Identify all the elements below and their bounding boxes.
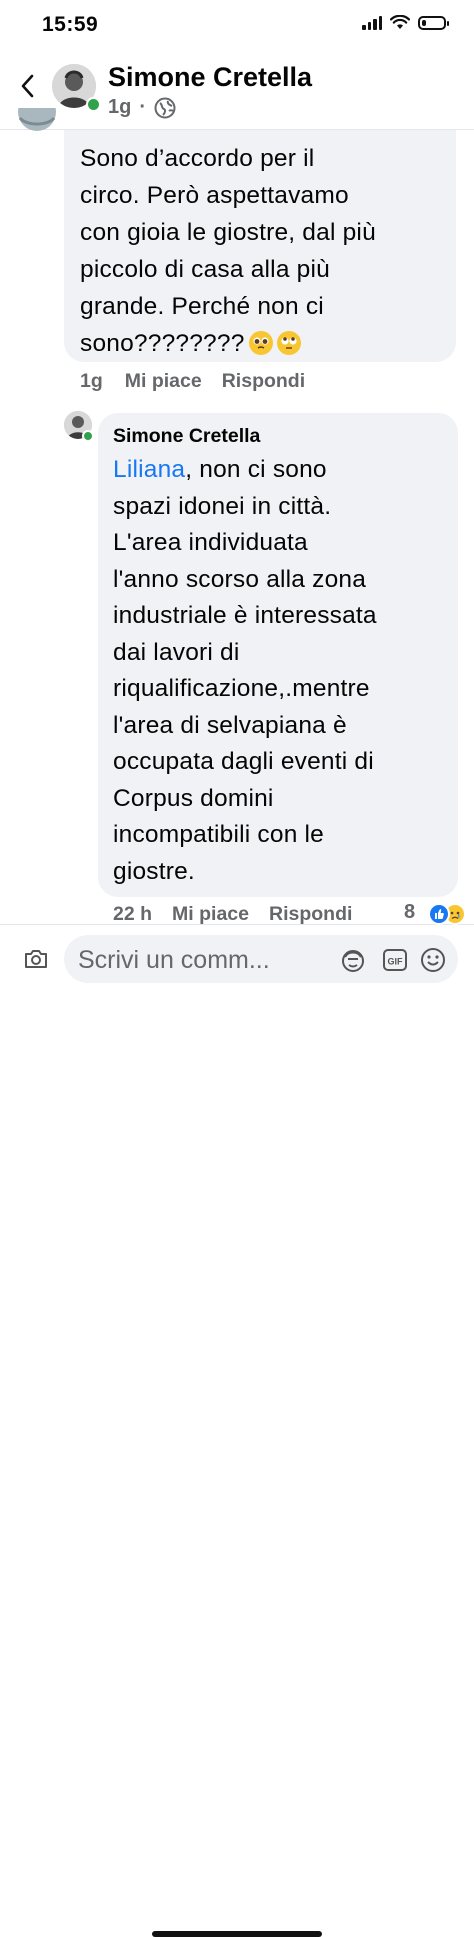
reply-line: incompatibili con le: [113, 821, 324, 848]
reply-author-name[interactable]: Simone Cretella: [113, 425, 260, 448]
online-status-dot: [86, 97, 101, 112]
rolling-eyes-emoji: [276, 331, 301, 355]
reply-button[interactable]: Rispondi: [222, 370, 305, 393]
reaction-summary[interactable]: [428, 903, 466, 925]
reply-line: spazi idonei in città.: [113, 492, 332, 520]
wifi-icon: [390, 15, 410, 29]
comment-composer: Scrivi un comm... GIF: [0, 924, 474, 1937]
reply-line: l'area di selvapiana è: [113, 711, 347, 739]
comment-input[interactable]: Scrivi un comm... GIF: [64, 935, 458, 983]
comment-line: sono????????: [80, 330, 245, 357]
gif-icon[interactable]: GIF: [382, 947, 408, 973]
camera-button[interactable]: [22, 945, 50, 973]
profile-photo-icon: [18, 108, 56, 131]
like-button[interactable]: Mi piace: [172, 903, 249, 926]
pleading-face-emoji: [248, 331, 273, 355]
signal-icon: [362, 15, 382, 30]
reply-line: Corpus domini: [113, 784, 274, 812]
comment-line: piccolo di casa alla più: [80, 256, 330, 283]
comment-text: Sono d’accordo per il circo. Però aspett…: [80, 140, 446, 362]
comment-line: con gioia le giostre, dal più: [80, 219, 376, 246]
svg-text:GIF: GIF: [388, 957, 404, 967]
reply-time: 22 h: [113, 903, 153, 925]
reply-line: riqualificazione,.mentre: [113, 675, 370, 702]
avatar-sticker-icon[interactable]: [340, 947, 366, 973]
chevron-left-icon: [21, 74, 34, 98]
battery-icon: [418, 15, 449, 30]
reply-line: L'area individuata: [113, 529, 308, 556]
home-indicator: [152, 1931, 322, 1937]
post-header: Simone Cretella 1g ·: [0, 54, 474, 130]
reply-line: dai lavori di: [113, 638, 240, 666]
reply-line: giostre.: [113, 857, 195, 885]
back-button[interactable]: [12, 68, 42, 104]
reaction-count[interactable]: 8: [404, 901, 415, 924]
comment-line: grande. Perché non ci: [80, 293, 324, 320]
reply-actions: 22 h Mi piace Rispondi: [113, 903, 372, 926]
comment-line: circo. Però aspettavamo: [80, 182, 349, 209]
comment-actions: 1g Mi piace Rispondi: [80, 370, 325, 393]
like-icon: [428, 903, 450, 925]
reply-line: , non ci sono: [185, 456, 327, 483]
reply-button[interactable]: Rispondi: [269, 903, 352, 926]
reply-line: occupata dagli eventi di: [113, 748, 374, 775]
online-status-dot: [82, 430, 94, 442]
status-time: 15:59: [42, 13, 99, 36]
reply-first-line: Liliana, non ci sono: [113, 452, 453, 489]
comment-time: 1g: [80, 370, 103, 392]
reply-text: Liliana, non ci sono spazi idonei in cit…: [113, 452, 453, 890]
mention-link[interactable]: Liliana: [113, 456, 185, 483]
reply-line: l'anno scorso alla zona: [113, 565, 367, 593]
reply-line: industriale è interessata: [113, 602, 377, 629]
post-meta: 1g ·: [108, 96, 176, 119]
comment-line: Sono d’accordo per il: [80, 145, 315, 172]
battery-level: [422, 19, 426, 26]
comment-line-last: sono????????: [80, 325, 446, 362]
commenter-avatar[interactable]: [18, 108, 56, 140]
like-button[interactable]: Mi piace: [125, 370, 202, 393]
author-name[interactable]: Simone Cretella: [108, 62, 312, 93]
camera-icon: [25, 950, 47, 968]
meta-separator: ·: [139, 96, 147, 118]
status-icons: [362, 15, 449, 30]
emoji-icon[interactable]: [420, 947, 446, 973]
post-time: 1g: [108, 96, 132, 118]
comment-placeholder: Scrivi un comm...: [78, 946, 270, 974]
status-bar: 15:59: [0, 0, 474, 54]
globe-icon[interactable]: [154, 97, 176, 119]
